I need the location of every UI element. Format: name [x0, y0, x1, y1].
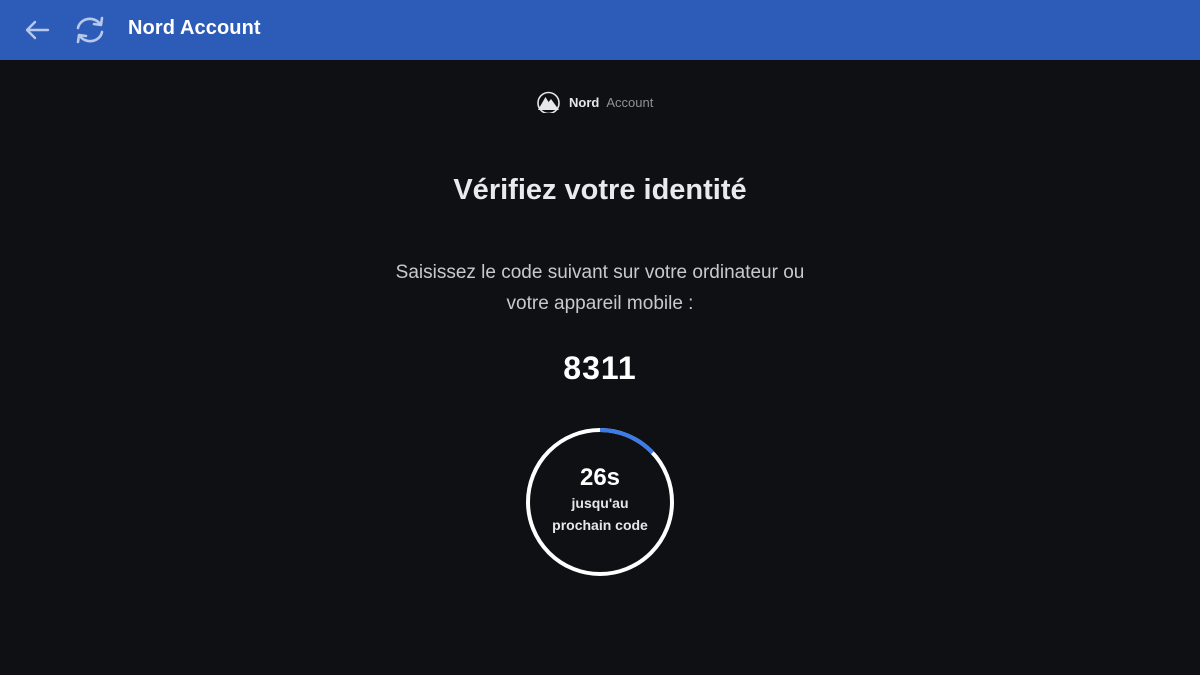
countdown-caption-line-1: jusqu'au	[571, 495, 629, 511]
app-bar: Nord Account	[0, 0, 1200, 60]
arrow-left-icon	[25, 20, 50, 40]
countdown-label: 26s jusqu'au prochain code	[523, 425, 677, 579]
refresh-icon	[76, 16, 104, 44]
back-button[interactable]	[17, 10, 57, 50]
brand-nord: Nord	[569, 94, 600, 110]
page-title: Vérifiez votre identité	[453, 174, 747, 206]
instruction-line-2: votre appareil mobile :	[506, 293, 694, 314]
verification-page: Nord Account Vérifiez votre identité Sai…	[0, 60, 1200, 675]
countdown-caption: jusqu'au prochain code	[540, 492, 660, 536]
countdown-caption-line-2: prochain code	[552, 517, 648, 533]
instruction-line-1: Saisissez le code suivant sur votre ordi…	[395, 262, 805, 283]
countdown-timer: 26s jusqu'au prochain code	[523, 425, 677, 579]
verification-code: 8311	[563, 350, 637, 386]
nord-mountain-icon	[537, 91, 560, 113]
nord-account-logo: Nord Account	[536, 90, 653, 114]
brand-account: Account	[606, 94, 654, 110]
countdown-seconds: 26s	[579, 464, 621, 491]
refresh-button[interactable]	[70, 10, 110, 50]
app-title: Nord Account	[128, 17, 261, 39]
instruction-text: Saisissez le code suivant sur votre ordi…	[350, 257, 850, 319]
